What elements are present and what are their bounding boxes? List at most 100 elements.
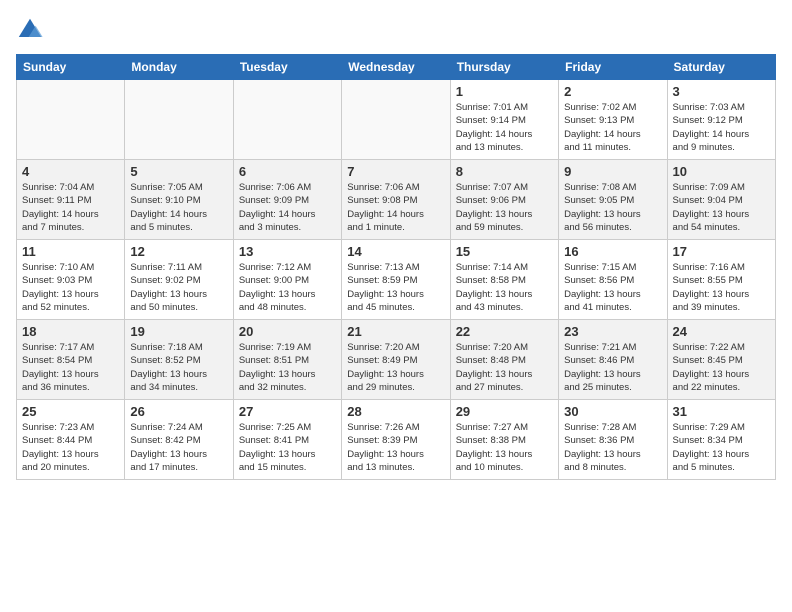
day-info: Sunrise: 7:14 AM Sunset: 8:58 PM Dayligh… — [456, 261, 553, 314]
day-info: Sunrise: 7:22 AM Sunset: 8:45 PM Dayligh… — [673, 341, 770, 394]
day-number: 27 — [239, 404, 336, 419]
day-number: 31 — [673, 404, 770, 419]
col-header-tuesday: Tuesday — [233, 55, 341, 80]
day-info: Sunrise: 7:26 AM Sunset: 8:39 PM Dayligh… — [347, 421, 444, 474]
calendar-cell — [233, 80, 341, 160]
day-info: Sunrise: 7:17 AM Sunset: 8:54 PM Dayligh… — [22, 341, 119, 394]
calendar-week-5: 25 Sunrise: 7:23 AM Sunset: 8:44 PM Dayli… — [17, 400, 776, 480]
calendar-cell: 4Sunrise: 7:04 AM Sunset: 9:11 PM Daylig… — [17, 160, 125, 240]
day-info: Sunrise: 7:01 AM Sunset: 9:14 PM Dayligh… — [456, 101, 553, 154]
calendar-cell: 6 Sunrise: 7:06 AM Sunset: 9:09 PM Daylig… — [233, 160, 341, 240]
day-number: 23 — [564, 324, 661, 339]
calendar-week-4: 18 Sunrise: 7:17 AM Sunset: 8:54 PM Dayli… — [17, 320, 776, 400]
calendar-cell: 15Sunrise: 7:14 AM Sunset: 8:58 PM Dayli… — [450, 240, 558, 320]
day-number: 4 — [22, 164, 119, 179]
calendar-table: SundayMondayTuesdayWednesdayThursdayFrid… — [16, 54, 776, 480]
calendar-cell: 2Sunrise: 7:02 AM Sunset: 9:13 PM Daylig… — [559, 80, 667, 160]
calendar-cell: 30Sunrise: 7:28 AM Sunset: 8:36 PM Dayli… — [559, 400, 667, 480]
calendar-cell: 13 Sunrise: 7:12 AM Sunset: 9:00 PM Dayli… — [233, 240, 341, 320]
calendar-cell: 23 Sunrise: 7:21 AM Sunset: 8:46 PM Dayli… — [559, 320, 667, 400]
calendar-cell: 21 Sunrise: 7:20 AM Sunset: 8:49 PM Dayli… — [342, 320, 450, 400]
day-info: Sunrise: 7:18 AM Sunset: 8:52 PM Dayligh… — [130, 341, 227, 394]
calendar-cell: 11 Sunrise: 7:10 AM Sunset: 9:03 PM Dayli… — [17, 240, 125, 320]
calendar-cell: 17 Sunrise: 7:16 AM Sunset: 8:55 PM Dayli… — [667, 240, 775, 320]
day-number: 9 — [564, 164, 661, 179]
col-header-friday: Friday — [559, 55, 667, 80]
calendar-cell: 3 Sunrise: 7:03 AM Sunset: 9:12 PM Daylig… — [667, 80, 775, 160]
calendar-cell: 29 Sunrise: 7:27 AM Sunset: 8:38 PM Dayli… — [450, 400, 558, 480]
day-number: 8 — [456, 164, 553, 179]
calendar-cell: 19 Sunrise: 7:18 AM Sunset: 8:52 PM Dayli… — [125, 320, 233, 400]
day-number: 11 — [22, 244, 119, 259]
calendar-week-1: 1Sunrise: 7:01 AM Sunset: 9:14 PM Daylig… — [17, 80, 776, 160]
day-info: Sunrise: 7:05 AM Sunset: 9:10 PM Dayligh… — [130, 181, 227, 234]
col-header-thursday: Thursday — [450, 55, 558, 80]
day-info: Sunrise: 7:10 AM Sunset: 9:03 PM Dayligh… — [22, 261, 119, 314]
day-number: 28 — [347, 404, 444, 419]
col-header-monday: Monday — [125, 55, 233, 80]
day-number: 18 — [22, 324, 119, 339]
calendar-cell — [125, 80, 233, 160]
day-info: Sunrise: 7:20 AM Sunset: 8:48 PM Dayligh… — [456, 341, 553, 394]
day-info: Sunrise: 7:16 AM Sunset: 8:55 PM Dayligh… — [673, 261, 770, 314]
day-info: Sunrise: 7:29 AM Sunset: 8:34 PM Dayligh… — [673, 421, 770, 474]
day-info: Sunrise: 7:03 AM Sunset: 9:12 PM Dayligh… — [673, 101, 770, 154]
day-info: Sunrise: 7:08 AM Sunset: 9:05 PM Dayligh… — [564, 181, 661, 234]
day-number: 6 — [239, 164, 336, 179]
day-number: 19 — [130, 324, 227, 339]
calendar-cell: 27 Sunrise: 7:25 AM Sunset: 8:41 PM Dayli… — [233, 400, 341, 480]
calendar-cell: 31 Sunrise: 7:29 AM Sunset: 8:34 PM Dayli… — [667, 400, 775, 480]
day-info: Sunrise: 7:15 AM Sunset: 8:56 PM Dayligh… — [564, 261, 661, 314]
day-number: 22 — [456, 324, 553, 339]
day-info: Sunrise: 7:25 AM Sunset: 8:41 PM Dayligh… — [239, 421, 336, 474]
calendar-cell: 16 Sunrise: 7:15 AM Sunset: 8:56 PM Dayli… — [559, 240, 667, 320]
calendar-cell — [342, 80, 450, 160]
day-number: 5 — [130, 164, 227, 179]
day-info: Sunrise: 7:09 AM Sunset: 9:04 PM Dayligh… — [673, 181, 770, 234]
day-number: 3 — [673, 84, 770, 99]
day-number: 24 — [673, 324, 770, 339]
day-number: 29 — [456, 404, 553, 419]
day-info: Sunrise: 7:12 AM Sunset: 9:00 PM Dayligh… — [239, 261, 336, 314]
calendar-cell: 7Sunrise: 7:06 AM Sunset: 9:08 PM Daylig… — [342, 160, 450, 240]
calendar-cell: 28 Sunrise: 7:26 AM Sunset: 8:39 PM Dayli… — [342, 400, 450, 480]
calendar-week-3: 11 Sunrise: 7:10 AM Sunset: 9:03 PM Dayli… — [17, 240, 776, 320]
calendar-cell: 12Sunrise: 7:11 AM Sunset: 9:02 PM Dayli… — [125, 240, 233, 320]
calendar-cell: 22 Sunrise: 7:20 AM Sunset: 8:48 PM Dayli… — [450, 320, 558, 400]
day-info: Sunrise: 7:06 AM Sunset: 9:09 PM Dayligh… — [239, 181, 336, 234]
calendar-cell: 25 Sunrise: 7:23 AM Sunset: 8:44 PM Dayli… — [17, 400, 125, 480]
calendar-cell: 5 Sunrise: 7:05 AM Sunset: 9:10 PM Daylig… — [125, 160, 233, 240]
calendar-cell: 14 Sunrise: 7:13 AM Sunset: 8:59 PM Dayli… — [342, 240, 450, 320]
calendar-week-2: 4Sunrise: 7:04 AM Sunset: 9:11 PM Daylig… — [17, 160, 776, 240]
col-header-saturday: Saturday — [667, 55, 775, 80]
calendar-cell: 26 Sunrise: 7:24 AM Sunset: 8:42 PM Dayli… — [125, 400, 233, 480]
day-info: Sunrise: 7:07 AM Sunset: 9:06 PM Dayligh… — [456, 181, 553, 234]
calendar-cell: 18 Sunrise: 7:17 AM Sunset: 8:54 PM Dayli… — [17, 320, 125, 400]
day-number: 25 — [22, 404, 119, 419]
day-info: Sunrise: 7:21 AM Sunset: 8:46 PM Dayligh… — [564, 341, 661, 394]
logo-icon — [16, 16, 44, 44]
day-number: 30 — [564, 404, 661, 419]
calendar-cell: 9 Sunrise: 7:08 AM Sunset: 9:05 PM Daylig… — [559, 160, 667, 240]
calendar-cell: 10 Sunrise: 7:09 AM Sunset: 9:04 PM Dayli… — [667, 160, 775, 240]
calendar-cell: 1Sunrise: 7:01 AM Sunset: 9:14 PM Daylig… — [450, 80, 558, 160]
day-number: 7 — [347, 164, 444, 179]
day-number: 14 — [347, 244, 444, 259]
page-header — [16, 16, 776, 44]
day-info: Sunrise: 7:20 AM Sunset: 8:49 PM Dayligh… — [347, 341, 444, 394]
day-info: Sunrise: 7:23 AM Sunset: 8:44 PM Dayligh… — [22, 421, 119, 474]
day-number: 13 — [239, 244, 336, 259]
day-number: 10 — [673, 164, 770, 179]
day-number: 16 — [564, 244, 661, 259]
col-header-sunday: Sunday — [17, 55, 125, 80]
day-info: Sunrise: 7:24 AM Sunset: 8:42 PM Dayligh… — [130, 421, 227, 474]
day-info: Sunrise: 7:13 AM Sunset: 8:59 PM Dayligh… — [347, 261, 444, 314]
day-number: 26 — [130, 404, 227, 419]
calendar-cell: 20Sunrise: 7:19 AM Sunset: 8:51 PM Dayli… — [233, 320, 341, 400]
day-info: Sunrise: 7:19 AM Sunset: 8:51 PM Dayligh… — [239, 341, 336, 394]
day-number: 21 — [347, 324, 444, 339]
day-number: 12 — [130, 244, 227, 259]
day-number: 17 — [673, 244, 770, 259]
day-info: Sunrise: 7:27 AM Sunset: 8:38 PM Dayligh… — [456, 421, 553, 474]
day-number: 2 — [564, 84, 661, 99]
